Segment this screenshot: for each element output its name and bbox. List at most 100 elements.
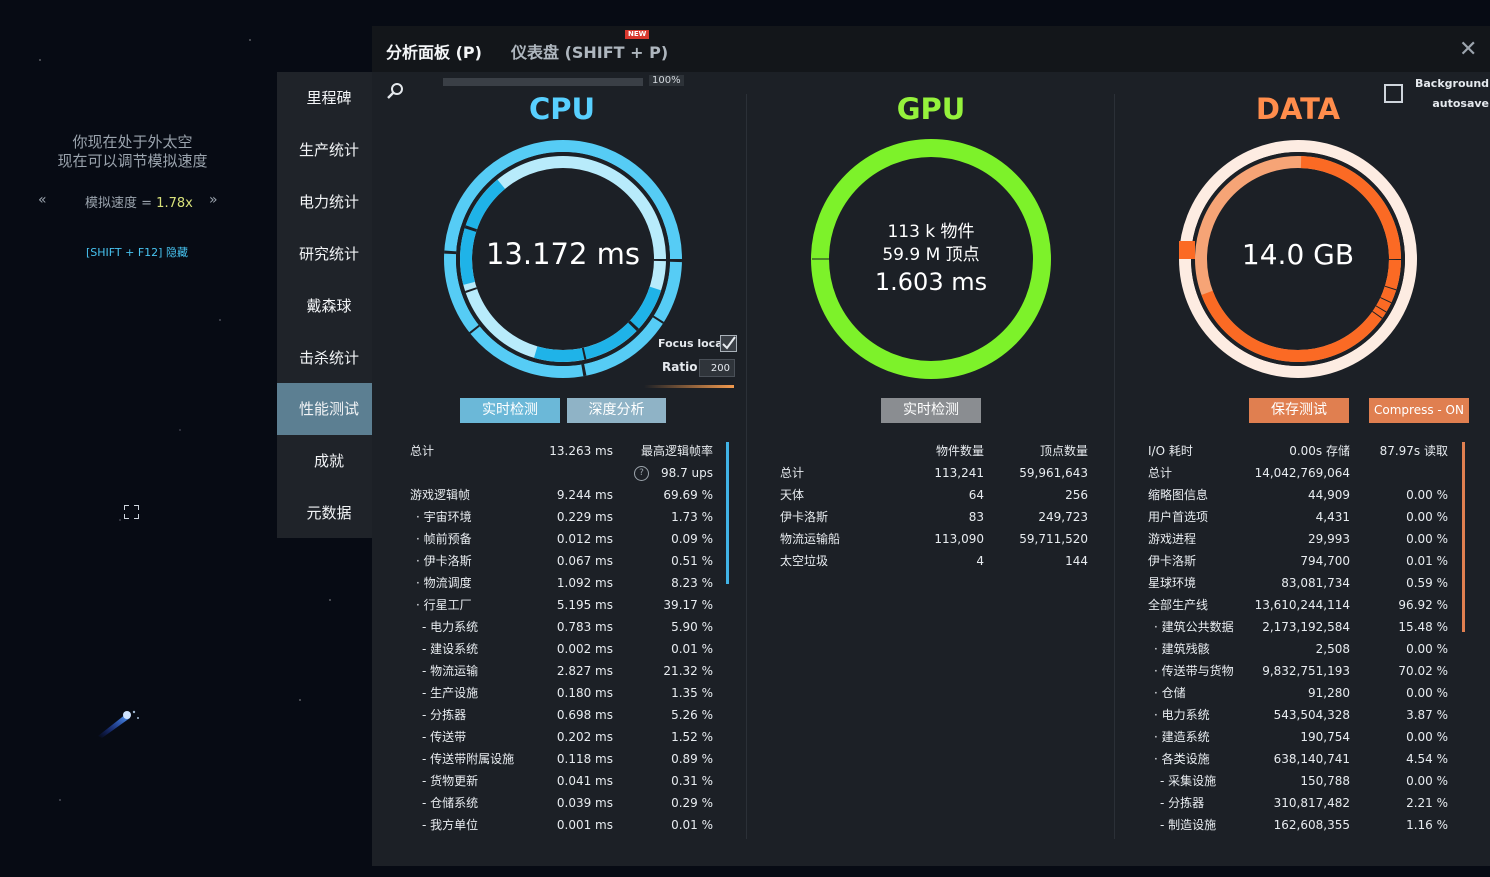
row-percent: 0.00 % bbox=[1406, 510, 1448, 524]
row-name: 太空垃圾 bbox=[780, 554, 829, 568]
cpu-scrollbar[interactable] bbox=[726, 442, 729, 584]
row-ms: 2.827 ms bbox=[556, 664, 613, 678]
row-percent: 0.29 % bbox=[671, 796, 713, 810]
row-name: · 建筑残骸 bbox=[1154, 642, 1210, 656]
background-autosave-checkbox[interactable] bbox=[1384, 84, 1403, 103]
row-bytes: 794,700 bbox=[1300, 554, 1350, 568]
row-ms: 0.001 ms bbox=[556, 818, 613, 832]
io-read-time: 87.97s 读取 bbox=[1379, 444, 1448, 458]
row-name: 伊卡洛斯 bbox=[1148, 554, 1197, 568]
table-row: 游戏进程 29,993 0.00 % bbox=[1148, 528, 1458, 550]
data-scrollbar[interactable] bbox=[1462, 442, 1465, 632]
cpu-title: CPU bbox=[528, 92, 596, 126]
data-header-row: I/O 耗时 0.00s 存储 87.97s 读取 bbox=[1148, 440, 1458, 462]
table-row: · 帧前预备 0.012 ms 0.09 % bbox=[410, 528, 730, 550]
table-row: 缩略图信息 44,909 0.00 % bbox=[1148, 484, 1458, 506]
sidebar-item-production[interactable]: 生产统计 bbox=[277, 124, 381, 176]
table-row: 游戏逻辑帧 9.244 ms 69.69 % bbox=[410, 484, 730, 506]
row-ms: 0.039 ms bbox=[556, 796, 613, 810]
sidebar-item-power[interactable]: 电力统计 bbox=[277, 176, 381, 228]
row-bytes: 44,909 bbox=[1308, 488, 1350, 502]
row-name: - 采集设施 bbox=[1160, 774, 1217, 788]
row-percent: 0.00 % bbox=[1406, 774, 1448, 788]
table-row: - 制造设施 162,608,355 1.16 % bbox=[1148, 814, 1458, 836]
row-percent: 5.26 % bbox=[671, 708, 713, 722]
row-ms: 0.202 ms bbox=[556, 730, 613, 744]
row-bytes: 14,042,769,064 bbox=[1254, 466, 1350, 480]
row-name: · 伊卡洛斯 bbox=[416, 554, 472, 568]
gpu-title: GPU bbox=[896, 92, 966, 126]
row-vertices: 59,711,520 bbox=[1019, 532, 1088, 546]
row-bytes: 543,504,328 bbox=[1273, 708, 1350, 722]
speed-value: 1.78x bbox=[156, 196, 193, 211]
row-bytes: 9,832,751,193 bbox=[1262, 664, 1350, 678]
row-name: · 行星工厂 bbox=[416, 598, 472, 612]
row-ms: 0.783 ms bbox=[556, 620, 613, 634]
sidebar-item-performance[interactable]: 性能测试 bbox=[277, 383, 381, 435]
focus-local-checkbox[interactable] bbox=[720, 335, 737, 352]
row-name: - 分拣器 bbox=[1160, 796, 1205, 810]
ratio-input[interactable]: 200 bbox=[699, 359, 735, 377]
table-row: 伊卡洛斯 83 249,723 bbox=[780, 506, 1088, 528]
row-bytes: 162,608,355 bbox=[1273, 818, 1350, 832]
table-row: · 各类设施 638,140,741 4.54 % bbox=[1148, 748, 1458, 770]
row-vertices: 59,961,643 bbox=[1019, 466, 1088, 480]
sidebar-item-research[interactable]: 研究统计 bbox=[277, 228, 381, 280]
table-row: - 物流运输 2.827 ms 21.32 % bbox=[410, 660, 730, 682]
row-name: - 传送带 bbox=[422, 730, 467, 744]
row-percent: 5.90 % bbox=[671, 620, 713, 634]
row-percent: 0.89 % bbox=[671, 752, 713, 766]
table-row: · 物流调度 1.092 ms 8.23 % bbox=[410, 572, 730, 594]
sidebar-item-milestones[interactable]: 里程碑 bbox=[277, 72, 381, 124]
hide-hint: [SHIFT + F12] 隐藏 bbox=[86, 246, 188, 259]
background-autosave-line2: autosave bbox=[1432, 97, 1489, 110]
row-name: - 生产设施 bbox=[422, 686, 479, 700]
row-percent: 2.21 % bbox=[1406, 796, 1448, 810]
close-button[interactable]: ✕ bbox=[1459, 37, 1477, 62]
table-row: · 电力系统 543,504,328 3.87 % bbox=[1148, 704, 1458, 726]
row-objects: 113,090 bbox=[934, 532, 984, 546]
sidebar-item-kills[interactable]: 击杀统计 bbox=[277, 332, 381, 384]
table-row: 太空垃圾 4 144 bbox=[780, 550, 1088, 572]
row-name: - 制造设施 bbox=[1160, 818, 1217, 832]
data-save-size: 14.0 GB bbox=[1241, 238, 1355, 271]
io-time-label: I/O 耗时 bbox=[1148, 444, 1193, 458]
gpu-realtime-button[interactable]: 实时检测 bbox=[881, 398, 981, 423]
row-name: - 电力系统 bbox=[422, 620, 479, 634]
row-ms: 1.092 ms bbox=[556, 576, 613, 590]
save-test-button[interactable]: 保存测试 bbox=[1249, 398, 1349, 423]
table-row: 用户首选项 4,431 0.00 % bbox=[1148, 506, 1458, 528]
row-name: - 分拣器 bbox=[422, 708, 467, 722]
cpu-realtime-button[interactable]: 实时检测 bbox=[460, 398, 560, 423]
table-row: - 分拣器 0.698 ms 5.26 % bbox=[410, 704, 730, 726]
focus-bracket-icon bbox=[124, 505, 139, 519]
sidebar-item-achievements[interactable]: 成就 bbox=[277, 435, 381, 487]
row-name: · 电力系统 bbox=[1154, 708, 1210, 722]
speed-up-button[interactable]: » bbox=[209, 192, 218, 208]
help-icon[interactable]: ? bbox=[634, 466, 649, 481]
speed-down-button[interactable]: « bbox=[38, 192, 47, 208]
tab-analysis[interactable]: 分析面板 (P) bbox=[386, 39, 482, 63]
cpu-deep-analysis-button[interactable]: 深度分析 bbox=[567, 398, 666, 423]
io-save-time: 0.00s 存储 bbox=[1289, 444, 1350, 458]
ratio-label: Ratio bbox=[662, 360, 698, 374]
performance-panel: 分析面板 (P) 仪表盘 (SHIFT + P) NEW ✕ 100% CPU … bbox=[372, 26, 1490, 866]
gpu-header-row: 物件数量 顶点数量 bbox=[780, 440, 1088, 462]
new-badge: NEW bbox=[625, 30, 650, 39]
row-percent: 1.16 % bbox=[1406, 818, 1448, 832]
row-objects: 113,241 bbox=[934, 466, 984, 480]
row-percent: 0.31 % bbox=[671, 774, 713, 788]
table-row: · 传送带与货物 9,832,751,193 70.02 % bbox=[1148, 660, 1458, 682]
table-row: 天体 64 256 bbox=[780, 484, 1088, 506]
row-percent: 0.00 % bbox=[1406, 532, 1448, 546]
cpu-ups: 98.7 ups bbox=[660, 466, 713, 480]
row-name: - 我方单位 bbox=[422, 818, 479, 832]
tab-dashboard[interactable]: 仪表盘 (SHIFT + P) bbox=[511, 39, 668, 63]
row-bytes: 150,788 bbox=[1300, 774, 1350, 788]
compress-toggle-button[interactable]: Compress - ON bbox=[1369, 398, 1469, 423]
search-icon[interactable] bbox=[385, 81, 405, 101]
gpu-vertices: 59.9 M 顶点 bbox=[882, 245, 980, 265]
sidebar-item-metadata[interactable]: 元数据 bbox=[277, 487, 381, 539]
sidebar-item-dyson-sphere[interactable]: 戴森球 bbox=[277, 280, 381, 332]
row-name: - 物流运输 bbox=[422, 664, 479, 678]
